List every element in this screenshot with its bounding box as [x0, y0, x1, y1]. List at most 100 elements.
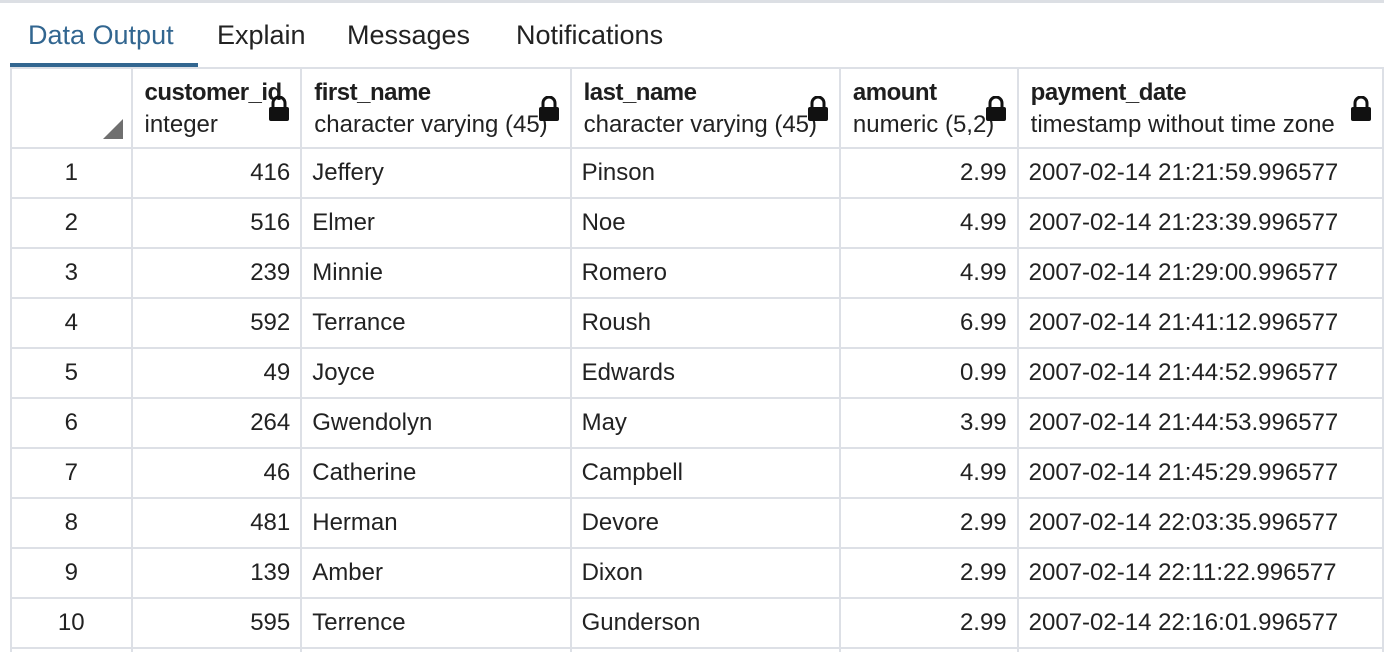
cell-amount[interactable]: 6.99 [838, 297, 1019, 349]
row-number[interactable]: 6 [10, 397, 133, 449]
column-name: amount [852, 79, 937, 106]
cell-customer-id[interactable]: 49 [130, 347, 303, 399]
tab-messages[interactable]: Messages [347, 17, 470, 53]
tab-data-output[interactable]: Data Output [28, 17, 174, 53]
cell-last-name[interactable]: Noe [569, 197, 841, 249]
row-number[interactable]: 4 [10, 297, 133, 349]
cell-amount[interactable]: 3.99 [838, 397, 1019, 449]
cell-amount[interactable]: 0.99 [838, 347, 1019, 399]
cell-first-name[interactable]: Gwendolyn [300, 397, 572, 449]
column-header-payment-date[interactable]: payment_date timestamp without time zone [1016, 67, 1384, 149]
row-number[interactable]: 3 [10, 247, 133, 299]
row-number[interactable]: 10 [10, 597, 133, 649]
table-row[interactable]: 10 595 Terrence Gunderson 2.99 2007-02-14 22:… [10, 597, 1384, 649]
cell-customer-id[interactable]: 239 [130, 247, 303, 299]
cell-customer-id[interactable]: 592 [130, 297, 303, 349]
cell-last-name[interactable]: Dixon [569, 547, 841, 599]
cell-amount[interactable]: 4.99 [838, 447, 1019, 499]
column-type: character varying (45) [314, 111, 548, 138]
cell-first-name[interactable]: Terrence [300, 597, 572, 649]
row-number[interactable]: 8 [10, 497, 133, 549]
lock-icon [1351, 96, 1371, 121]
cell-first-name[interactable]: Catherine [300, 447, 572, 499]
column-header-first-name[interactable]: first_name character varying (45) [300, 67, 572, 149]
column-name: last_name [583, 79, 697, 106]
cell-payment-date[interactable]: 2007-02-14 21:21:59.996577 [1016, 147, 1384, 199]
cell-customer-id[interactable]: 46 [130, 447, 303, 499]
cell-customer-id[interactable]: 595 [130, 597, 303, 649]
lock-icon [269, 96, 290, 121]
cell-payment-date[interactable]: 2007-02-14 22:03:35.996577 [1016, 497, 1384, 549]
cell-first-name[interactable]: Minnie [300, 247, 572, 299]
cell-payment-date[interactable]: 2007-02-14 21:44:53.996577 [1016, 397, 1384, 449]
lock-icon [538, 96, 559, 121]
cell-last-name[interactable]: Gunderson [569, 597, 841, 649]
grid-body: 1 416 Jeffery Pinson 2.99 2007-02-14 21:21:59… [10, 147, 1384, 652]
cell-first-name[interactable]: Elmer [300, 197, 572, 249]
cell-payment-date[interactable]: 2007-02-14 21:44:52.996577 [1016, 347, 1384, 399]
table-row[interactable]: 3 239 Minnie Romero 4.99 2007-02-14 21:29:00.… [10, 247, 1384, 299]
table-row[interactable]: 8 481 Herman Devore 2.99 2007-02-14 22:03:35.… [10, 497, 1384, 549]
select-all-corner[interactable] [10, 67, 133, 149]
cell-amount[interactable]: 4.99 [838, 247, 1019, 299]
cell-amount[interactable]: 4.99 [838, 197, 1019, 249]
row-number[interactable]: 7 [10, 447, 133, 499]
cell-payment-date[interactable]: 2007-02-14 22:11:22.996577 [1016, 547, 1384, 599]
cell-first-name[interactable]: Amber [300, 547, 572, 599]
cell-payment-date[interactable]: 2007-02-14 22:16:01.996577 [1016, 597, 1384, 649]
cell-last-name[interactable]: May [569, 397, 841, 449]
column-name: first_name [314, 79, 431, 106]
lock-icon [807, 96, 828, 121]
cell-customer-id[interactable]: 264 [130, 397, 303, 449]
cell-payment-date[interactable]: 2007-02-14 21:29:00.996577 [1016, 247, 1384, 299]
table-row[interactable]: 5 49 Joyce Edwards 0.99 2007-02-14 21:44:52.9… [10, 347, 1384, 399]
cell-customer-id[interactable]: 416 [130, 147, 303, 199]
table-row[interactable]: 4 592 Terrance Roush 6.99 2007-02-14 21:41:12… [10, 297, 1384, 349]
empty-cell [130, 647, 303, 652]
tab-notifications[interactable]: Notifications [516, 17, 663, 53]
grid-header-row: customer_id integer first_name character… [10, 67, 1384, 149]
column-header-last-name[interactable]: last_name character varying (45) [569, 67, 841, 149]
cell-first-name[interactable]: Herman [300, 497, 572, 549]
cell-amount[interactable]: 2.99 [838, 497, 1019, 549]
cell-first-name[interactable]: Jeffery [300, 147, 572, 199]
cell-first-name[interactable]: Joyce [300, 347, 572, 399]
table-row[interactable]: 1 416 Jeffery Pinson 2.99 2007-02-14 21:21:59… [10, 147, 1384, 199]
empty-cell [10, 647, 133, 652]
cell-last-name[interactable]: Pinson [569, 147, 841, 199]
column-type: timestamp without time zone [1030, 111, 1335, 138]
empty-cell [569, 647, 841, 652]
table-row[interactable]: 7 46 Catherine Campbell 4.99 2007-02-14 21:45… [10, 447, 1384, 499]
table-row[interactable]: 2 516 Elmer Noe 4.99 2007-02-14 21:23:39.9965… [10, 197, 1384, 249]
table-row[interactable]: 6 264 Gwendolyn May 3.99 2007-02-14 21:44:53.… [10, 397, 1384, 449]
cell-amount[interactable]: 2.99 [838, 147, 1019, 199]
cell-last-name[interactable]: Romero [569, 247, 841, 299]
cell-amount[interactable]: 2.99 [838, 547, 1019, 599]
cell-last-name[interactable]: Edwards [569, 347, 841, 399]
cell-amount[interactable]: 2.99 [838, 597, 1019, 649]
lock-icon [985, 96, 1006, 121]
row-number[interactable]: 5 [10, 347, 133, 399]
row-number[interactable]: 2 [10, 197, 133, 249]
cell-customer-id[interactable]: 139 [130, 547, 303, 599]
row-number[interactable]: 1 [10, 147, 133, 199]
cell-payment-date[interactable]: 2007-02-14 21:45:29.996577 [1016, 447, 1384, 499]
cell-first-name[interactable]: Terrance [300, 297, 572, 349]
empty-cell [838, 647, 1019, 652]
data-grid: customer_id integer first_name character… [10, 67, 1384, 652]
results-tab-bar: Data Output Explain Messages Notificatio… [0, 3, 1384, 67]
column-header-customer-id[interactable]: customer_id integer [130, 67, 303, 149]
cell-payment-date[interactable]: 2007-02-14 21:41:12.996577 [1016, 297, 1384, 349]
table-row[interactable]: 9 139 Amber Dixon 2.99 2007-02-14 22:11:22.99… [10, 547, 1384, 599]
cell-last-name[interactable]: Devore [569, 497, 841, 549]
column-name: customer_id [144, 79, 283, 106]
select-all-icon [102, 119, 123, 139]
cell-customer-id[interactable]: 481 [130, 497, 303, 549]
cell-customer-id[interactable]: 516 [130, 197, 303, 249]
cell-last-name[interactable]: Campbell [569, 447, 841, 499]
cell-payment-date[interactable]: 2007-02-14 21:23:39.996577 [1016, 197, 1384, 249]
cell-last-name[interactable]: Roush [569, 297, 841, 349]
column-header-amount[interactable]: amount numeric (5,2) [838, 67, 1019, 149]
tab-explain[interactable]: Explain [217, 17, 306, 53]
row-number[interactable]: 9 [10, 547, 133, 599]
